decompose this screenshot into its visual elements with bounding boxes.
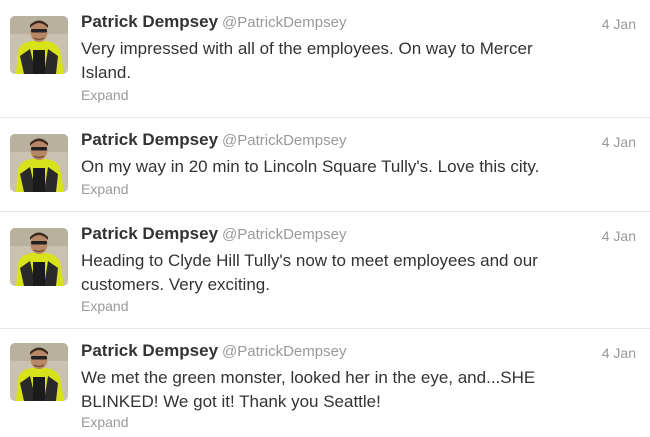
profile-photo-icon (10, 134, 68, 192)
user-handle[interactable]: @PatrickDempsey (222, 343, 346, 360)
tweet-item[interactable]: Patrick Dempsey @PatrickDempsey 4 Jan Ver… (0, 0, 650, 118)
tweet-timestamp[interactable]: 4 Jan (602, 134, 636, 150)
tweet-text: We met the green monster, looked her in … (81, 368, 536, 411)
tweet-text: Very impressed with all of the employees… (81, 39, 533, 82)
expand-link[interactable]: Expand (81, 298, 128, 314)
tweet-timeline: Patrick Dempsey @PatrickDempsey 4 Jan Ver… (0, 0, 650, 437)
user-name[interactable]: Patrick Dempsey (81, 224, 218, 243)
tweet-timestamp[interactable]: 4 Jan (602, 16, 636, 32)
tweet-header: Patrick Dempsey @PatrickDempsey (81, 224, 346, 244)
tweet-text: On my way in 20 min to Lincoln Square Tu… (81, 157, 540, 176)
tweet-item[interactable]: Patrick Dempsey @PatrickDempsey 4 Jan Hea… (0, 212, 650, 329)
user-handle[interactable]: @PatrickDempsey (222, 226, 346, 243)
profile-photo-icon (10, 16, 68, 74)
expand-link[interactable]: Expand (81, 414, 128, 430)
expand-link[interactable]: Expand (81, 87, 128, 103)
tweet-timestamp[interactable]: 4 Jan (602, 345, 636, 361)
user-name[interactable]: Patrick Dempsey (81, 341, 218, 360)
avatar[interactable] (10, 134, 68, 192)
tweet-header: Patrick Dempsey @PatrickDempsey (81, 12, 346, 32)
avatar[interactable] (10, 228, 68, 286)
avatar[interactable] (10, 343, 68, 401)
user-handle[interactable]: @PatrickDempsey (222, 132, 346, 149)
tweet-item[interactable]: Patrick Dempsey @PatrickDempsey 4 Jan On … (0, 118, 650, 212)
avatar[interactable] (10, 16, 68, 74)
profile-photo-icon (10, 343, 68, 401)
profile-photo-icon (10, 228, 68, 286)
expand-link[interactable]: Expand (81, 181, 128, 197)
tweet-header: Patrick Dempsey @PatrickDempsey (81, 130, 346, 150)
user-name[interactable]: Patrick Dempsey (81, 12, 218, 31)
tweet-item[interactable]: Patrick Dempsey @PatrickDempsey 4 Jan We … (0, 329, 650, 437)
user-handle[interactable]: @PatrickDempsey (222, 14, 346, 31)
tweet-timestamp[interactable]: 4 Jan (602, 228, 636, 244)
tweet-header: Patrick Dempsey @PatrickDempsey (81, 341, 346, 361)
tweet-text: Heading to Clyde Hill Tully's now to mee… (81, 251, 538, 294)
user-name[interactable]: Patrick Dempsey (81, 130, 218, 149)
